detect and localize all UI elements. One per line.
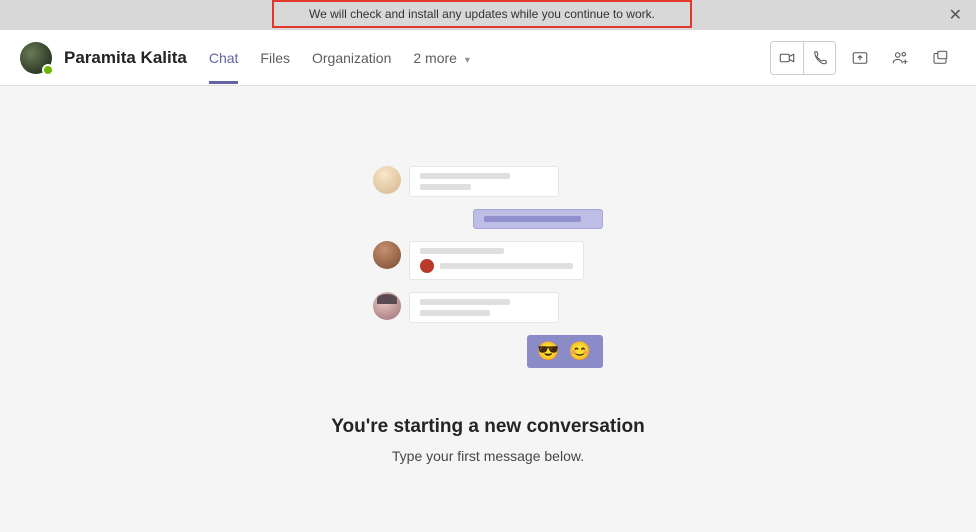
illus-text-line: [420, 299, 510, 305]
share-screen-icon: [851, 49, 869, 67]
tab-files[interactable]: Files: [260, 50, 290, 84]
empty-state-subtitle: Type your first message below.: [392, 448, 584, 464]
illus-bubble: [409, 241, 584, 280]
illus-bubble: [409, 166, 559, 197]
tab-more-label: 2 more: [413, 50, 457, 66]
empty-chat-content: 😎 😊 You're starting a new conversation T…: [0, 86, 976, 464]
empty-state-title: You're starting a new conversation: [331, 416, 645, 438]
illus-text-line: [440, 263, 573, 269]
illus-avatar-icon: [373, 241, 401, 269]
illus-avatar-icon: [373, 292, 401, 320]
illus-avatar-icon: [373, 166, 401, 194]
presence-available-icon: [42, 64, 54, 76]
tab-chat[interactable]: Chat: [209, 50, 239, 84]
illus-text-line: [484, 216, 581, 222]
audio-call-button[interactable]: [803, 42, 835, 74]
phone-icon: [811, 49, 829, 67]
pop-out-button[interactable]: [924, 42, 956, 74]
illus-row: [373, 209, 603, 229]
illus-bubble: [409, 292, 559, 323]
update-message-highlight: We will check and install any updates wh…: [272, 0, 692, 28]
chat-header: Paramita Kalita Chat Files Organization …: [0, 30, 976, 86]
illus-text-line: [420, 184, 471, 190]
call-button-group: [770, 41, 836, 75]
header-actions: [770, 41, 956, 75]
add-people-button[interactable]: [884, 42, 916, 74]
chevron-down-icon: ▾: [465, 55, 470, 66]
illus-row: [373, 292, 603, 323]
tab-more[interactable]: 2 more ▾: [413, 50, 470, 84]
share-screen-button[interactable]: [844, 42, 876, 74]
update-message-text: We will check and install any updates wh…: [309, 7, 655, 21]
contact-name: Paramita Kalita: [64, 48, 187, 68]
illus-text-line: [420, 248, 504, 254]
illus-row: 😎 😊: [373, 335, 603, 368]
pop-out-icon: [931, 49, 949, 67]
illus-bubble-self: [473, 209, 603, 229]
illus-attachment-icon: [420, 259, 434, 273]
illus-row: [373, 166, 603, 197]
conversation-illustration: 😎 😊: [373, 166, 603, 368]
illus-row: [373, 241, 603, 280]
people-add-icon: [891, 49, 909, 67]
update-notification-bar: We will check and install any updates wh…: [0, 0, 976, 30]
illus-emoji-bubble: 😎 😊: [527, 335, 603, 368]
video-icon: [778, 49, 796, 67]
close-icon[interactable]: ✕: [949, 5, 962, 25]
illus-text-line: [420, 310, 490, 316]
video-call-button[interactable]: [771, 42, 803, 74]
illus-attachment-row: [420, 259, 573, 273]
tab-organization[interactable]: Organization: [312, 50, 391, 84]
contact-avatar[interactable]: [20, 42, 52, 74]
illus-text-line: [420, 173, 510, 179]
header-tabs: Chat Files Organization 2 more ▾: [209, 41, 470, 75]
